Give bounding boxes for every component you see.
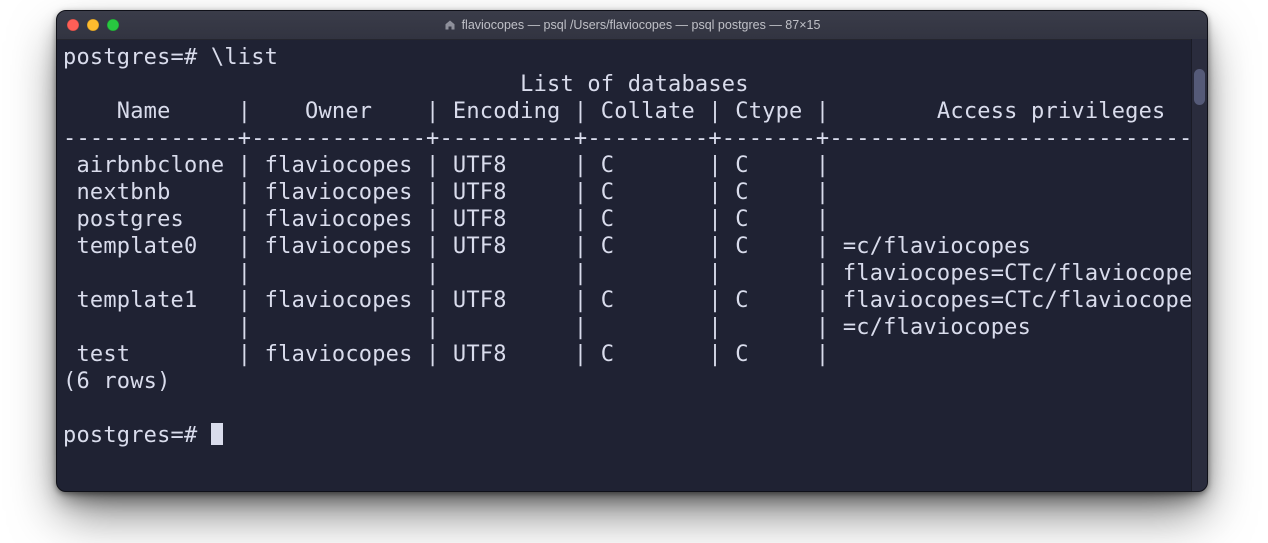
table-row: | | | | | flaviocopes=CTc/flaviocopes [57, 260, 1207, 287]
scrollbar-track[interactable] [1191, 39, 1207, 491]
cursor-block [211, 423, 223, 445]
table-row: airbnbclone | flaviocopes | UTF8 | C | C… [57, 152, 1207, 179]
scrollbar-thumb[interactable] [1194, 69, 1205, 105]
table-row: template0 | flaviocopes | UTF8 | C | C |… [57, 233, 1207, 260]
table-title: List of databases [57, 71, 1207, 98]
blank-line [57, 395, 1207, 422]
table-header: Name | Owner | Encoding | Collate | Ctyp… [57, 98, 1207, 125]
table-row: postgres | flaviocopes | UTF8 | C | C | [57, 206, 1207, 233]
home-icon [444, 19, 456, 31]
traffic-lights [67, 19, 119, 31]
prompt-command-line: postgres=# \list [57, 44, 1207, 71]
table-footer: (6 rows) [57, 368, 1207, 395]
prompt-text: postgres=# [63, 423, 211, 448]
zoom-icon[interactable] [107, 19, 119, 31]
table-row: test | flaviocopes | UTF8 | C | C | [57, 341, 1207, 368]
table-row: | | | | | =c/flaviocopes [57, 314, 1207, 341]
titlebar[interactable]: flaviocopes — psql /Users/flaviocopes — … [57, 11, 1207, 40]
prompt-idle-line: postgres=# [57, 422, 1207, 449]
table-row: template1 | flaviocopes | UTF8 | C | C |… [57, 287, 1207, 314]
window-title-text: flaviocopes — psql /Users/flaviocopes — … [462, 18, 821, 32]
table-divider: -------------+-------------+----------+-… [57, 125, 1207, 152]
terminal-window: flaviocopes — psql /Users/flaviocopes — … [56, 10, 1208, 492]
window-title: flaviocopes — psql /Users/flaviocopes — … [57, 18, 1207, 32]
terminal-body[interactable]: postgres=# \list List of databases Name … [57, 40, 1207, 449]
minimize-icon[interactable] [87, 19, 99, 31]
close-icon[interactable] [67, 19, 79, 31]
table-row: nextbnb | flaviocopes | UTF8 | C | C | [57, 179, 1207, 206]
